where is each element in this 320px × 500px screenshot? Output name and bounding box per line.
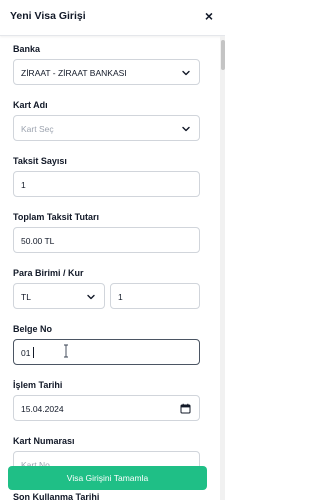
installment-count-input[interactable]: 1 bbox=[13, 171, 200, 197]
card-name-placeholder: Kart Seç bbox=[21, 124, 54, 134]
document-number-input[interactable]: 01 bbox=[13, 339, 200, 365]
bank-select[interactable]: ZİRAAT - ZİRAAT BANKASI bbox=[13, 59, 200, 85]
currency-rate-label: Para Birimi / Kur bbox=[13, 268, 84, 278]
card-name-label: Kart Adı bbox=[13, 100, 48, 110]
page-title: Yeni Visa Girişi bbox=[10, 10, 86, 22]
chevron-down-icon bbox=[182, 70, 190, 76]
chevron-down-icon bbox=[182, 126, 190, 132]
visa-entry-panel: Yeni Visa Girişi × Banka ZİRAAT - ZİRAAT… bbox=[0, 0, 225, 500]
panel-header: Yeni Visa Girişi × bbox=[0, 0, 225, 36]
installment-count-label: Taksit Sayısı bbox=[13, 156, 67, 166]
total-installment-amount-input[interactable]: 50.00 TL bbox=[13, 227, 200, 253]
chevron-down-icon bbox=[87, 294, 95, 300]
transaction-date-value: 15.04.2024 bbox=[21, 404, 64, 414]
document-number-value: 01 bbox=[21, 348, 31, 358]
calendar-icon[interactable] bbox=[180, 403, 191, 414]
currency-select[interactable]: TL bbox=[13, 283, 105, 309]
card-number-label: Kart Numarası bbox=[13, 436, 75, 446]
scrollbar[interactable] bbox=[220, 36, 225, 500]
total-installment-amount-label: Toplam Taksit Tutarı bbox=[13, 212, 100, 222]
bank-label: Banka bbox=[13, 44, 41, 54]
expiry-date-label: Son Kullanma Tarihi bbox=[13, 492, 100, 500]
total-installment-amount-value: 50.00 TL bbox=[21, 236, 55, 246]
transaction-date-input[interactable]: 15.04.2024 bbox=[13, 395, 200, 421]
scrollbar-thumb[interactable] bbox=[220, 40, 225, 70]
text-caret bbox=[33, 347, 34, 358]
complete-visa-entry-button[interactable]: Visa Girişini Tamamla bbox=[8, 466, 207, 490]
bank-select-value: ZİRAAT - ZİRAAT BANKASI bbox=[21, 68, 127, 78]
transaction-date-label: İşlem Tarihi bbox=[13, 380, 63, 390]
close-icon[interactable]: × bbox=[202, 7, 216, 25]
exchange-rate-input[interactable]: 1 bbox=[110, 283, 200, 309]
currency-select-value: TL bbox=[21, 292, 31, 302]
installment-count-value: 1 bbox=[21, 180, 26, 190]
document-number-label: Belge No bbox=[13, 324, 53, 334]
text-cursor-icon bbox=[64, 344, 68, 358]
exchange-rate-value: 1 bbox=[118, 292, 123, 302]
card-name-select[interactable]: Kart Seç bbox=[13, 115, 200, 141]
